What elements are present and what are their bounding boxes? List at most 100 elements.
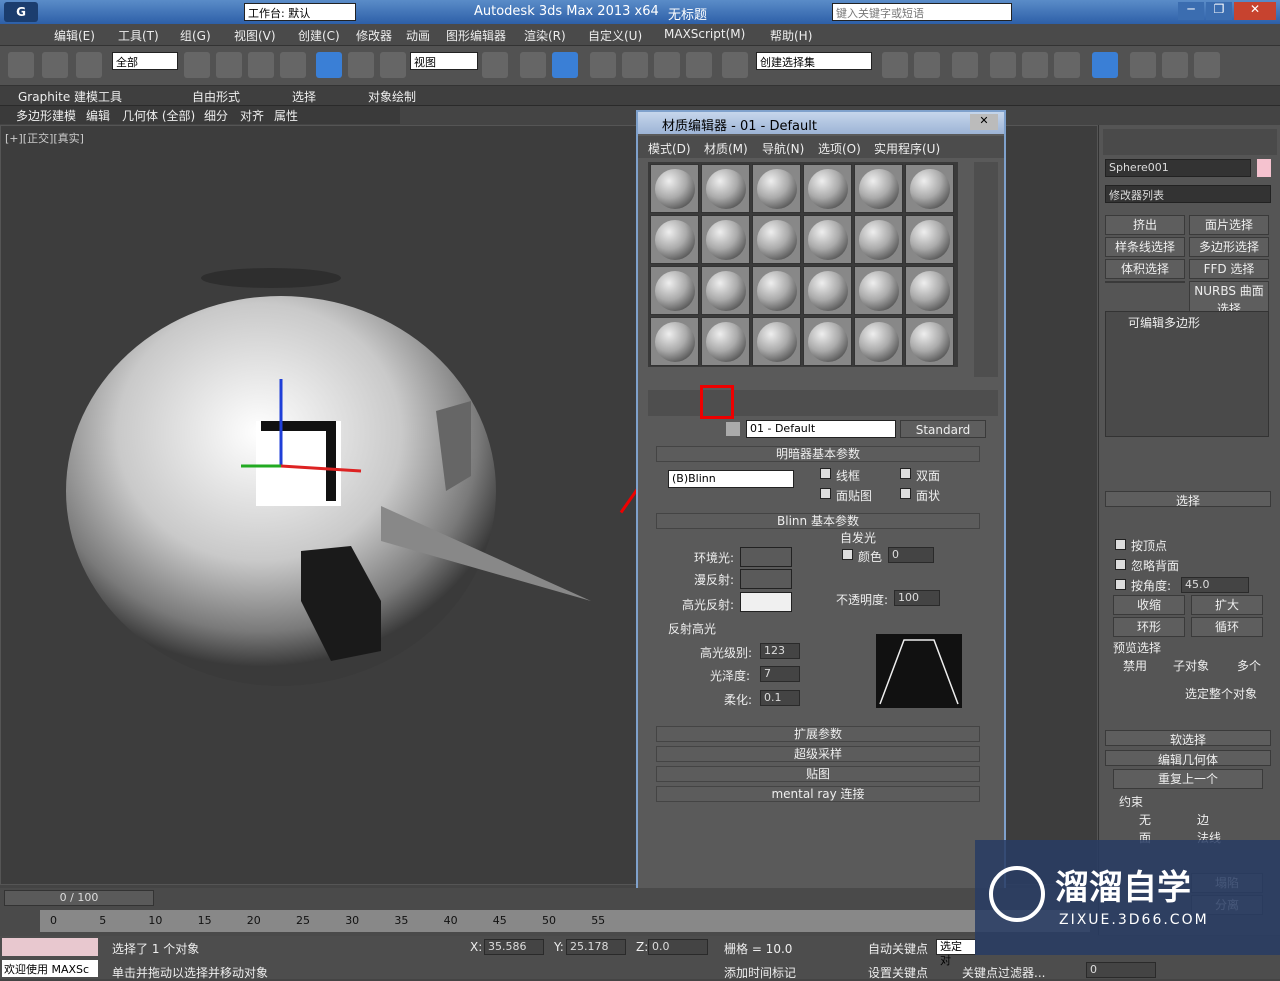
edit-named-sets-icon[interactable] xyxy=(722,52,748,78)
ribbon-tab-2[interactable]: 选择 xyxy=(292,88,316,105)
key-filters-button[interactable]: 关键点过滤器... xyxy=(962,964,1045,981)
maximize-button[interactable]: ❐ xyxy=(1206,2,1232,20)
align-icon[interactable] xyxy=(914,52,940,78)
select-by-name-icon[interactable] xyxy=(216,52,242,78)
close-icon[interactable]: ✕ xyxy=(970,114,998,130)
select-manipulate-icon[interactable] xyxy=(520,52,546,78)
sample-slot[interactable] xyxy=(752,317,801,366)
modifier-button-0[interactable]: 挤出 xyxy=(1105,215,1185,235)
menu-item-6[interactable]: 动画 xyxy=(406,27,430,44)
spinner-snap-icon[interactable] xyxy=(686,52,712,78)
rotate-icon[interactable] xyxy=(348,52,374,78)
close-button[interactable]: ✕ xyxy=(1234,2,1276,20)
sphere-object[interactable] xyxy=(51,251,611,711)
assign-material-button[interactable] xyxy=(700,385,734,419)
selection-rollout[interactable]: 选择 xyxy=(1105,491,1271,508)
material-editor-titlebar[interactable]: 材质编辑器 - 01 - Default ✕ xyxy=(638,112,1004,134)
angle-snap-icon[interactable] xyxy=(622,52,648,78)
menu-item-3[interactable]: 视图(V) xyxy=(234,27,276,44)
select-object-icon[interactable] xyxy=(184,52,210,78)
object-name-field[interactable]: Sphere001 xyxy=(1105,159,1251,177)
ribbon-subtab-5[interactable]: 属性 xyxy=(274,107,298,124)
spec-level-spinner[interactable]: 123 xyxy=(760,643,800,659)
sample-slot[interactable] xyxy=(752,215,801,264)
constraint-none-radio[interactable]: 无 xyxy=(1139,811,1151,828)
glossiness-spinner[interactable]: 7 xyxy=(760,666,800,682)
z-coord-field[interactable]: 0.0 xyxy=(648,939,708,955)
ribbon-tab-0[interactable]: Graphite 建模工具 xyxy=(18,88,122,105)
menu-item-7[interactable]: 图形编辑器 xyxy=(446,27,506,44)
sample-slot[interactable] xyxy=(854,164,903,213)
diffuse-swatch[interactable] xyxy=(740,569,792,589)
time-slider[interactable]: 0 / 100 xyxy=(4,890,154,906)
bind-spacewarp-icon[interactable] xyxy=(76,52,102,78)
app-logo-icon[interactable]: G xyxy=(4,2,38,22)
specular-swatch[interactable] xyxy=(740,592,792,612)
mat-rollout-3[interactable]: mental ray 连接 xyxy=(656,786,980,802)
menu-item-5[interactable]: 修改器 xyxy=(356,27,392,44)
minimize-button[interactable]: ─ xyxy=(1178,2,1204,20)
blinn-basic-rollout[interactable]: Blinn 基本参数 xyxy=(656,513,980,529)
shader-basic-rollout[interactable]: 明暗器基本参数 xyxy=(656,446,980,462)
modifier-list-dropdown[interactable]: 修改器列表 xyxy=(1105,185,1271,203)
modifier-button-2[interactable]: 样条线选择 xyxy=(1105,237,1185,257)
sample-slot[interactable] xyxy=(650,215,699,264)
maxscript-listener[interactable] xyxy=(2,938,98,956)
menu-item-10[interactable]: MAXScript(M) xyxy=(664,27,745,41)
subobj-radio[interactable]: 子对象 xyxy=(1173,657,1209,674)
menu-item-4[interactable]: 创建(C) xyxy=(298,27,340,44)
loop-button[interactable]: 循环 xyxy=(1191,617,1263,637)
selected-set-dropdown[interactable]: 选定对 xyxy=(936,939,976,967)
sample-slot[interactable] xyxy=(752,266,801,315)
modifier-button-4[interactable]: 体积选择 xyxy=(1105,259,1185,279)
modifier-button-6[interactable] xyxy=(1105,281,1185,283)
ignore-backfacing-checkbox[interactable] xyxy=(1115,559,1126,570)
rendered-frame-icon[interactable] xyxy=(1162,52,1188,78)
unlink-icon[interactable] xyxy=(42,52,68,78)
render-production-icon[interactable] xyxy=(1194,52,1220,78)
schematic-view-icon[interactable] xyxy=(1054,52,1080,78)
sample-slot[interactable] xyxy=(701,164,750,213)
timeline[interactable]: 0 / 100 0 5 10 15 20 25 30 35 40 45 50 55 xyxy=(0,888,1098,936)
sample-slot[interactable] xyxy=(905,164,954,213)
workspace-dropdown[interactable]: 工作台: 默认 xyxy=(244,3,356,21)
move-icon[interactable] xyxy=(316,52,342,78)
wire-checkbox[interactable] xyxy=(820,468,831,479)
render-setup-icon[interactable] xyxy=(1130,52,1156,78)
mat-rollout-1[interactable]: 超级采样 xyxy=(656,746,980,762)
sample-slot[interactable] xyxy=(701,317,750,366)
ambient-swatch[interactable] xyxy=(740,547,792,567)
ribbon-subtab-1[interactable]: 编辑 xyxy=(86,107,110,124)
face-map-checkbox[interactable] xyxy=(820,488,831,499)
ribbon-tab-1[interactable]: 自由形式 xyxy=(192,88,240,105)
material-name-field[interactable]: 01 - Default xyxy=(746,420,896,438)
link-icon[interactable] xyxy=(8,52,34,78)
angle-spinner[interactable]: 45.0 xyxy=(1181,577,1249,593)
command-panel-tabs[interactable] xyxy=(1103,129,1277,155)
soften-spinner[interactable]: 0.1 xyxy=(760,690,800,706)
grow-button[interactable]: 扩大 xyxy=(1191,595,1263,615)
sample-slot[interactable] xyxy=(854,266,903,315)
ribbon-tab-3[interactable]: 对象绘制 xyxy=(368,88,416,105)
reference-coord-dropdown[interactable]: 视图 xyxy=(410,52,478,70)
menu-item-11[interactable]: 帮助(H) xyxy=(770,27,812,44)
auto-key-button[interactable]: 自动关键点 xyxy=(868,940,928,957)
constraint-edge-radio[interactable]: 边 xyxy=(1197,811,1209,828)
sample-slot[interactable] xyxy=(752,164,801,213)
percent-snap-icon[interactable] xyxy=(654,52,680,78)
ring-button[interactable]: 环形 xyxy=(1113,617,1185,637)
self-illum-spinner[interactable]: 0 xyxy=(888,547,934,563)
multi-radio[interactable]: 多个 xyxy=(1237,657,1261,674)
graphite-toggle-icon[interactable] xyxy=(990,52,1016,78)
mat-menu-item-2[interactable]: 导航(N) xyxy=(762,140,804,157)
keyboard-shortcut-icon[interactable] xyxy=(552,52,578,78)
sample-slot[interactable] xyxy=(854,317,903,366)
sample-slot[interactable] xyxy=(905,266,954,315)
sample-slot[interactable] xyxy=(803,164,852,213)
sample-slot[interactable] xyxy=(905,317,954,366)
rect-selection-icon[interactable] xyxy=(248,52,274,78)
faceted-checkbox[interactable] xyxy=(900,488,911,499)
opacity-spinner[interactable]: 100 xyxy=(894,590,940,606)
ribbon-subtab-0[interactable]: 多边形建模 xyxy=(16,107,76,124)
search-input[interactable]: 键入关键字或短语 xyxy=(832,3,1012,21)
